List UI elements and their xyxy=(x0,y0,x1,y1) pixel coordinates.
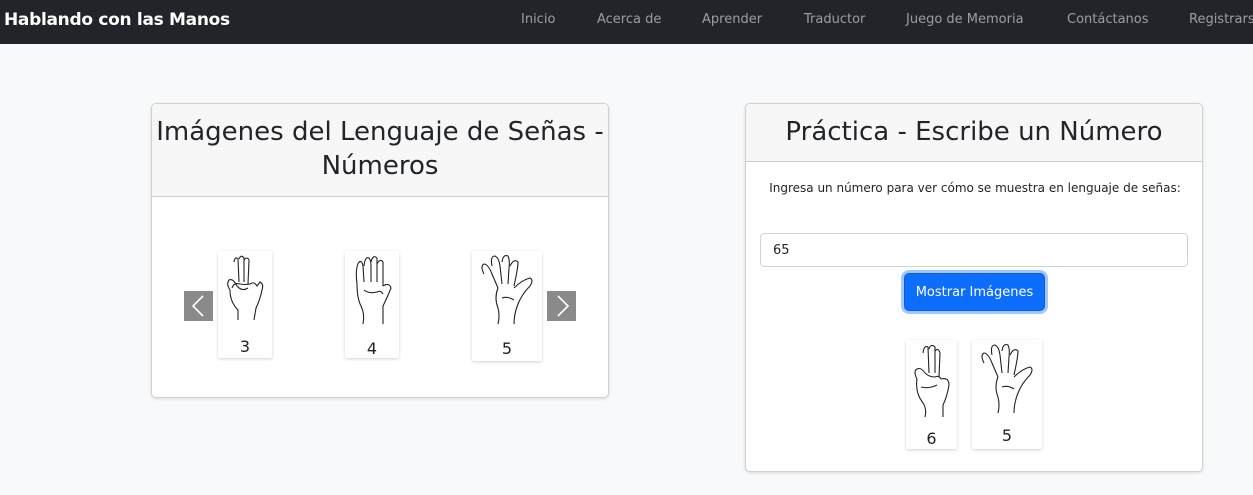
gallery-card: Imágenes del Lenguaje de Señas - Números… xyxy=(151,103,609,398)
result-sign-number: 5 xyxy=(1001,426,1013,445)
nav-link-juego-memoria[interactable]: Juego de Memoria xyxy=(906,12,1024,27)
carousel-prev-button[interactable] xyxy=(184,291,213,321)
hand-sign-four-icon xyxy=(355,256,392,325)
nav-link-aprender[interactable]: Aprender xyxy=(702,12,762,27)
show-images-button[interactable]: Mostrar Imágenes xyxy=(904,273,1045,311)
nav-link-traductor[interactable]: Traductor xyxy=(804,12,865,27)
nav-link-contactanos[interactable]: Contáctanos xyxy=(1067,12,1149,27)
hand-sign-five-icon xyxy=(981,344,1033,414)
hand-sign-five-icon xyxy=(481,255,533,325)
result-sign-card-6: 6 xyxy=(906,340,957,449)
brand-logo[interactable]: Hablando con las Manos xyxy=(4,10,230,30)
hand-sign-three-icon xyxy=(227,255,264,321)
navbar: Hablando con las Manos Inicio Acerca de … xyxy=(0,0,1253,44)
nav-link-registrarse[interactable]: Registrarse xyxy=(1189,12,1253,27)
practice-title: Práctica - Escribe un Número xyxy=(746,104,1202,162)
sign-card-5: 5 xyxy=(472,251,542,361)
result-sign-number: 6 xyxy=(926,429,937,448)
gallery-title: Imágenes del Lenguaje de Señas - Números xyxy=(152,104,608,197)
number-input[interactable] xyxy=(760,233,1188,267)
sign-number: 4 xyxy=(366,339,378,358)
sign-card-3: 3 xyxy=(218,251,272,358)
nav-link-acerca[interactable]: Acerca de xyxy=(597,12,661,27)
result-sign-card-5: 5 xyxy=(972,340,1042,449)
practice-instructions: Ingresa un número para ver cómo se muest… xyxy=(769,181,1181,195)
nav-link-inicio[interactable]: Inicio xyxy=(521,12,555,27)
sign-number: 3 xyxy=(239,337,251,356)
sign-number: 5 xyxy=(501,339,513,358)
practice-card: Práctica - Escribe un Número Ingresa un … xyxy=(745,103,1203,472)
carousel-next-button[interactable] xyxy=(547,291,576,321)
hand-sign-six-icon xyxy=(913,344,950,418)
sign-card-4: 4 xyxy=(345,251,399,358)
chevron-left-icon xyxy=(191,295,204,317)
chevron-right-icon xyxy=(557,295,570,317)
